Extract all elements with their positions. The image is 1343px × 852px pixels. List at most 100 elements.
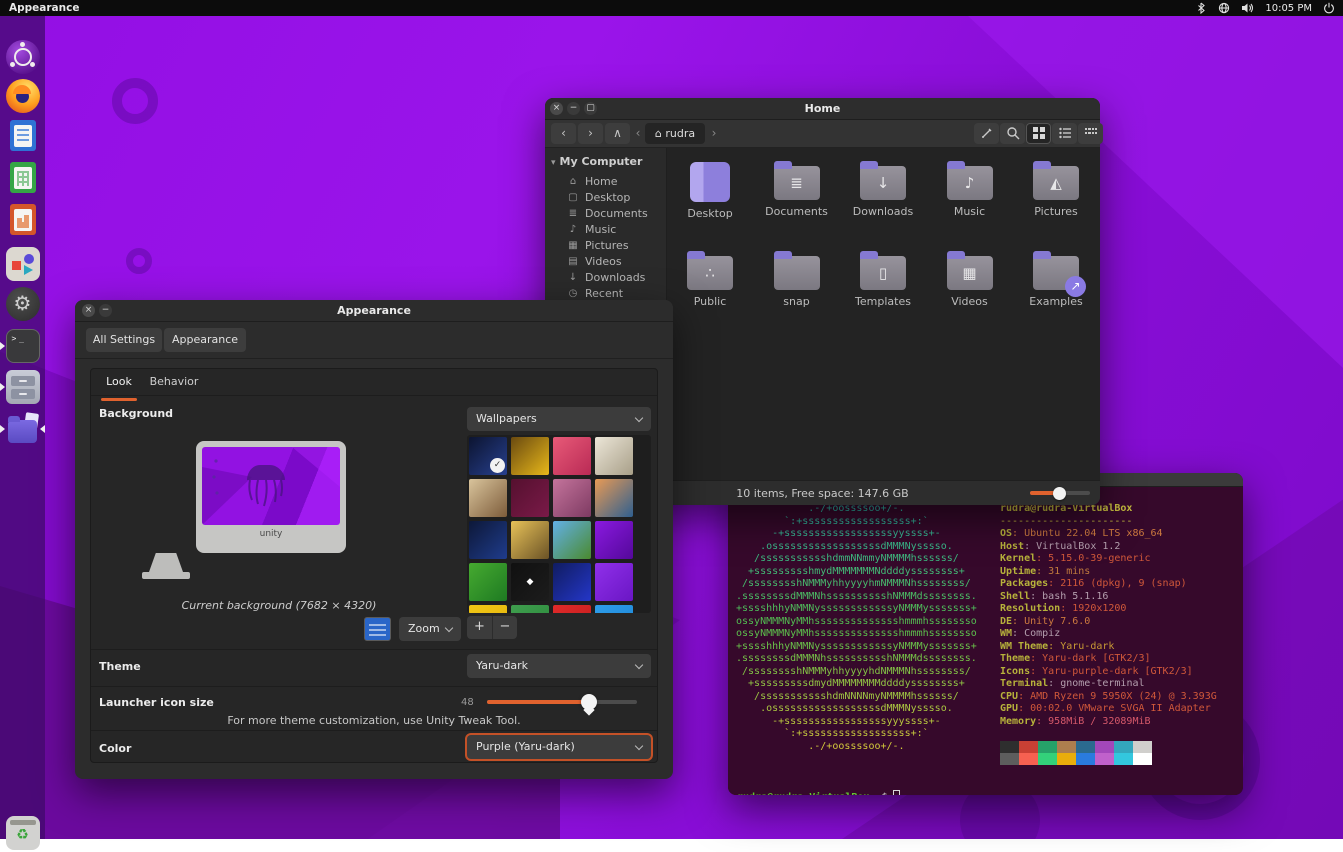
add-wallpaper-button[interactable]: +: [467, 616, 492, 639]
launcher-item-calc[interactable]: [4, 160, 41, 198]
launcher-size-slider-knob[interactable]: [581, 694, 597, 710]
folder-templates[interactable]: ▯Templates: [840, 250, 926, 308]
separator: [91, 395, 657, 396]
wallpaper-thumbnail[interactable]: [553, 437, 591, 475]
palette-swatch: [1095, 741, 1114, 753]
separator: [75, 358, 673, 359]
theme-dropdown[interactable]: Yaru-dark: [467, 654, 651, 678]
wallpapers-grid[interactable]: ✓◆: [467, 435, 651, 613]
icon-size-slider-knob[interactable]: [1053, 487, 1066, 500]
breadcrumb[interactable]: ⌂ rudra: [645, 123, 705, 144]
folder-snap[interactable]: snap: [754, 250, 840, 308]
up-icon[interactable]: ∧: [605, 123, 630, 144]
wallpaper-thumbnail[interactable]: [469, 479, 507, 517]
wallpaper-thumbnail[interactable]: [595, 563, 633, 601]
breadcrumb-right-icon[interactable]: ›: [707, 123, 721, 144]
terminal-window[interactable]: .-/+oossssoo+/-. `:+ssssssssssssssssss+:…: [728, 473, 1243, 795]
forward-icon[interactable]: ›: [578, 123, 603, 144]
volume-icon[interactable]: [1241, 2, 1254, 14]
folder-desktop[interactable]: Desktop: [667, 160, 753, 220]
neofetch-info-row: Terminal: gnome-terminal: [1000, 678, 1217, 691]
folder-videos[interactable]: ▦Videos: [927, 250, 1013, 308]
wallpaper-thumbnail[interactable]: [553, 563, 591, 601]
neofetch-ascii-art: .-/+oossssoo+/-. `:+ssssssssssssssssss+:…: [736, 503, 977, 753]
folder-music[interactable]: ♪Music: [927, 160, 1013, 218]
network-globe-icon[interactable]: [1218, 2, 1230, 14]
launcher-item-software[interactable]: [4, 245, 41, 283]
wallpaper-thumbnail[interactable]: [469, 521, 507, 559]
remove-wallpaper-button[interactable]: −: [492, 616, 517, 639]
launcher-item-file-manager[interactable]: [4, 410, 41, 448]
wallpapers-dropdown[interactable]: Wallpapers: [467, 407, 651, 431]
wallpaper-thumbnail[interactable]: ◆: [511, 563, 549, 601]
sidebar-item-videos[interactable]: ▤Videos: [567, 254, 622, 269]
fm-icon-view[interactable]: Desktop≣Documents↓Downloads♪Music◭Pictur…: [667, 148, 1100, 480]
wallpaper-thumbnail[interactable]: [553, 605, 591, 613]
launcher-item-impress[interactable]: [4, 202, 41, 240]
sidebar-item-pictures[interactable]: ▦Pictures: [567, 238, 629, 253]
palette-swatch: [1019, 753, 1038, 765]
ubuntu-software-icon: [6, 247, 40, 281]
folder-downloads[interactable]: ↓Downloads: [840, 160, 926, 218]
launcher-item-firefox[interactable]: [4, 77, 41, 115]
launcher-item-trash[interactable]: ♻: [4, 814, 41, 852]
grid-view-icon[interactable]: [1026, 123, 1051, 144]
wallpaper-thumbnail[interactable]: [553, 479, 591, 517]
appearance-window[interactable]: × − Appearance All Settings Appearance L…: [75, 300, 673, 779]
color-dropdown[interactable]: Purple (Yaru-dark): [467, 735, 651, 759]
folder-icon: ≣: [774, 166, 820, 200]
appearance-titlebar[interactable]: × − Appearance: [75, 300, 673, 322]
wallpaper-thumbnail[interactable]: [595, 605, 633, 613]
wallpaper-thumbnail[interactable]: [469, 605, 507, 613]
bluetooth-icon[interactable]: [1196, 2, 1207, 14]
zoom-dropdown[interactable]: Zoom: [399, 617, 461, 641]
separator: [91, 730, 657, 731]
wallpaper-thumbnail[interactable]: [595, 521, 633, 559]
back-icon[interactable]: ‹: [551, 123, 576, 144]
launcher-item-ubuntu[interactable]: [4, 38, 41, 76]
nav-all-settings-button[interactable]: All Settings: [86, 328, 162, 352]
wallpaper-thumbnail[interactable]: [595, 479, 633, 517]
sidebar-root[interactable]: ▾My Computer: [551, 155, 642, 168]
list-view-icon[interactable]: [1052, 123, 1077, 144]
palette-swatch: [1000, 753, 1019, 765]
launcher-item-writer[interactable]: [4, 118, 41, 156]
sidebar-item-downloads[interactable]: ↓Downloads: [567, 270, 645, 285]
fm-window-title: Home: [545, 102, 1100, 115]
sidebar-item-home[interactable]: ⌂Home: [567, 174, 617, 189]
wallpaper-thumbnail[interactable]: [553, 521, 591, 559]
fm-titlebar[interactable]: × − ▢ Home: [545, 98, 1100, 120]
folder-examples[interactable]: ↗Examples: [1013, 250, 1099, 308]
wallpaper-thumbnail[interactable]: [469, 563, 507, 601]
focused-app-name[interactable]: Appearance: [9, 2, 79, 14]
power-icon[interactable]: [1323, 2, 1335, 14]
compact-view-icon[interactable]: [1078, 123, 1103, 144]
tab-behavior[interactable]: Behavior: [149, 375, 199, 395]
palette-swatch: [1019, 741, 1038, 753]
tab-look[interactable]: Look: [101, 375, 137, 395]
sidebar-item-music[interactable]: ♪Music: [567, 222, 616, 237]
wallpaper-thumbnail[interactable]: ✓: [469, 437, 507, 475]
launcher-item-terminal[interactable]: [4, 327, 41, 365]
folder-public[interactable]: ∴Public: [667, 250, 753, 308]
wallpaper-thumbnail[interactable]: [511, 437, 549, 475]
sidebar-item-documents[interactable]: ≣Documents: [567, 206, 648, 221]
sidebar-item-recent[interactable]: ◷Recent: [567, 286, 623, 301]
launcher-item-settings[interactable]: ⚙: [4, 285, 41, 323]
nav-appearance-button[interactable]: Appearance: [164, 328, 246, 352]
folder-pictures[interactable]: ◭Pictures: [1013, 160, 1099, 218]
wallpaper-thumbnail[interactable]: [511, 605, 549, 613]
breadcrumb-left-icon[interactable]: ‹: [631, 123, 645, 144]
clock[interactable]: 10:05 PM: [1265, 3, 1312, 14]
current-background-caption: Current background (7682 × 4320): [171, 599, 387, 612]
launcher-item-files[interactable]: [4, 368, 41, 406]
wallpaper-thumbnail[interactable]: [511, 521, 549, 559]
sidebar-item-desktop[interactable]: ▢Desktop: [567, 190, 630, 205]
toggle-location-entry-icon[interactable]: [974, 123, 999, 144]
folder-documents[interactable]: ≣Documents: [754, 160, 840, 218]
wallpaper-thumbnail[interactable]: [511, 479, 549, 517]
desktop-icon: [690, 162, 730, 202]
background-color-swatch-button[interactable]: [364, 617, 391, 641]
wallpaper-thumbnail[interactable]: [595, 437, 633, 475]
search-icon[interactable]: [1000, 123, 1025, 144]
